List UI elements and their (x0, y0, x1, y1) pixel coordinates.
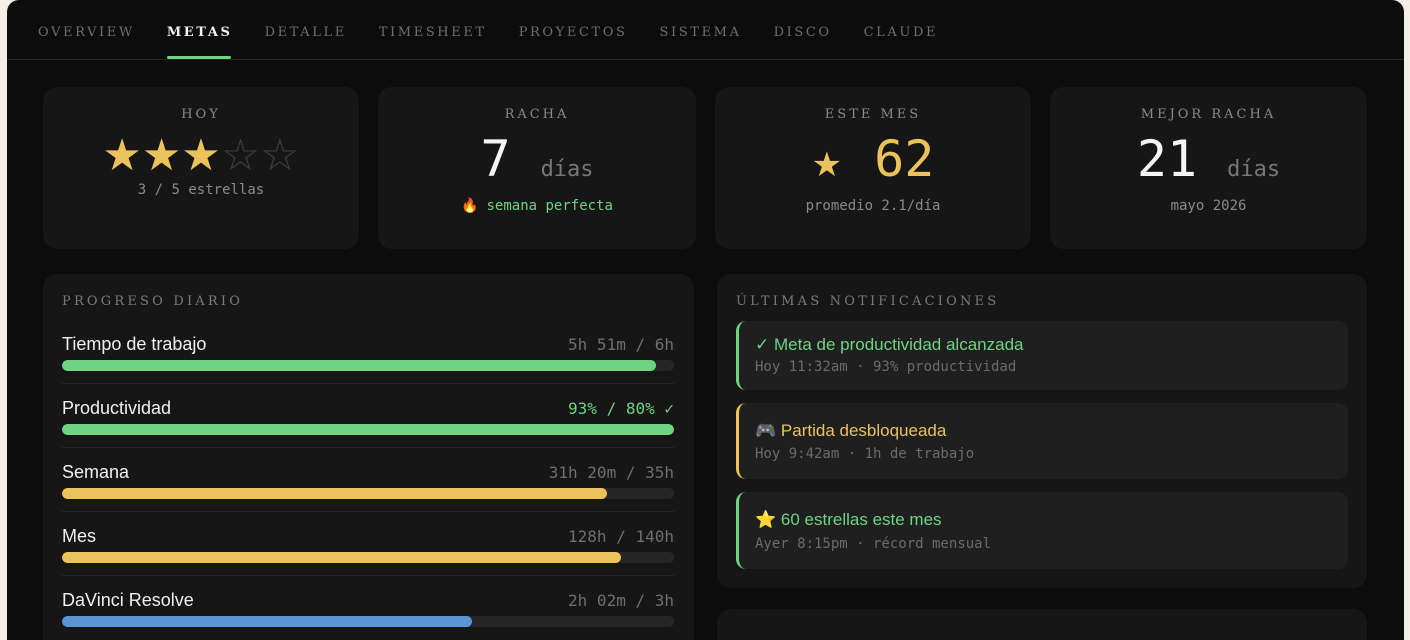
tab-disco[interactable]: DISCO (774, 0, 832, 59)
divider (62, 447, 674, 448)
progress-value: 2h 02m / 3h (568, 591, 674, 610)
tab-bar: OVERVIEW METAS DETALLE TIMESHEET PROYECT… (7, 0, 1404, 60)
mejor-sub: mayo 2026 (1170, 198, 1247, 214)
progress-value: 5h 51m / 6h (568, 335, 674, 354)
notification-item[interactable]: ⭐ 60 estrellas este mes Ayer 8:15pm · ré… (736, 492, 1348, 569)
racha-unit: días (540, 157, 594, 182)
progress-track (62, 360, 674, 371)
progress-value: 93% / 80% ✓ (568, 399, 674, 418)
divider (62, 511, 674, 512)
progress-fill (62, 552, 622, 563)
divider (62, 575, 674, 576)
card-mes-label: ESTE MES (824, 107, 922, 122)
progress-name: DaVinci Resolve (62, 590, 194, 610)
notification-meta: Hoy 11:32am · 93% productividad (755, 359, 1017, 375)
tab-metas[interactable]: METAS (166, 0, 233, 59)
tab-timesheet[interactable]: TIMESHEET (379, 0, 487, 59)
star-icon: ⭐ (755, 510, 777, 529)
notification-meta: Hoy 9:42am · 1h de trabajo (755, 446, 975, 462)
star-icon: ★ (811, 146, 843, 184)
card-racha: RACHA 7 días 🔥 semana perfecta (378, 87, 696, 249)
progress-fill (62, 616, 473, 627)
notification-title: 🎮 Partida desbloqueada (755, 421, 947, 440)
star-filled-icon: ★ (141, 131, 182, 180)
star-empty-icon: ☆ (220, 131, 261, 180)
notification-title: ⭐ 60 estrellas este mes (755, 510, 942, 529)
progress-row: Mes 128h / 140h (62, 526, 674, 590)
progress-row: Productividad 93% / 80% ✓ (62, 398, 674, 462)
card-mejor-label: MEJOR RACHA (1140, 107, 1277, 122)
progress-name: Mes (62, 526, 97, 546)
notification-item[interactable]: 🎮 Partida desbloqueada Hoy 9:42am · 1h d… (736, 403, 1348, 479)
tab-sistema[interactable]: SISTEMA (660, 0, 742, 59)
progress-name: Tiempo de trabajo (62, 334, 207, 354)
tab-overview[interactable]: OVERVIEW (38, 0, 135, 59)
card-hoy: HOY ★★★☆☆ 3 / 5 estrellas (43, 87, 359, 249)
star-filled-icon: ★ (181, 131, 221, 180)
progress-name: Semana (62, 462, 130, 482)
racha-sub: semana perfecta (486, 198, 613, 214)
mes-sub: promedio 2.1/día (805, 198, 941, 214)
card-mejor-racha: MEJOR RACHA 21 días mayo 2026 (1050, 87, 1367, 249)
progress-name: Productividad (62, 398, 172, 418)
tab-detalle[interactable]: DETALLE (265, 0, 347, 59)
check-icon: ✓ (755, 335, 770, 354)
progress-row: DaVinci Resolve 2h 02m / 3h (62, 590, 674, 640)
progress-track (62, 488, 674, 499)
tab-claude[interactable]: CLAUDE (864, 0, 938, 59)
racha-value: 7 (480, 130, 511, 188)
progress-value: 128h / 140h (568, 527, 674, 546)
mejor-value: 21 (1136, 130, 1198, 188)
progress-title: PROGRESO DIARIO (62, 294, 244, 309)
card-racha-label: RACHA (504, 107, 570, 122)
next-panel (717, 609, 1367, 640)
star-empty-icon: ☆ (260, 131, 300, 180)
progress-row: Semana 31h 20m / 35h (62, 462, 674, 526)
notification-meta: Ayer 8:15pm · récord mensual (755, 536, 992, 552)
notifications-panel: ÚLTIMAS NOTIFICACIONES ✓ Meta de product… (717, 274, 1367, 588)
mejor-unit: días (1227, 157, 1281, 182)
card-este-mes: ESTE MES ★ 62 promedio 2.1/día (715, 87, 1031, 249)
notifications-title: ÚLTIMAS NOTIFICACIONES (736, 294, 1000, 309)
progress-value: 31h 20m / 35h (548, 463, 674, 482)
gamepad-icon: 🎮 (755, 421, 777, 440)
progress-fill (62, 360, 656, 371)
divider (62, 383, 674, 384)
progress-track (62, 424, 674, 435)
progress-panel: PROGRESO DIARIO Tiempo de trabajo 5h 51m… (43, 274, 694, 640)
app-window: OVERVIEW METAS DETALLE TIMESHEET PROYECT… (7, 0, 1404, 640)
notification-item[interactable]: ✓ Meta de productividad alcanzada Hoy 11… (736, 321, 1348, 390)
fire-icon: 🔥 (461, 198, 479, 214)
progress-fill (62, 488, 607, 499)
mes-value: 62 (874, 130, 935, 188)
star-rating: ★★★☆☆ (43, 132, 359, 180)
tab-proyectos[interactable]: PROYECTOS (519, 0, 628, 59)
card-hoy-sub: 3 / 5 estrellas (137, 182, 265, 198)
notification-title: ✓ Meta de productividad alcanzada (755, 335, 1024, 354)
progress-row: Tiempo de trabajo 5h 51m / 6h (62, 334, 674, 398)
progress-fill (62, 424, 674, 435)
star-filled-icon: ★ (102, 131, 142, 180)
progress-track (62, 616, 674, 627)
progress-track (62, 552, 674, 563)
card-hoy-label: HOY (181, 107, 221, 122)
